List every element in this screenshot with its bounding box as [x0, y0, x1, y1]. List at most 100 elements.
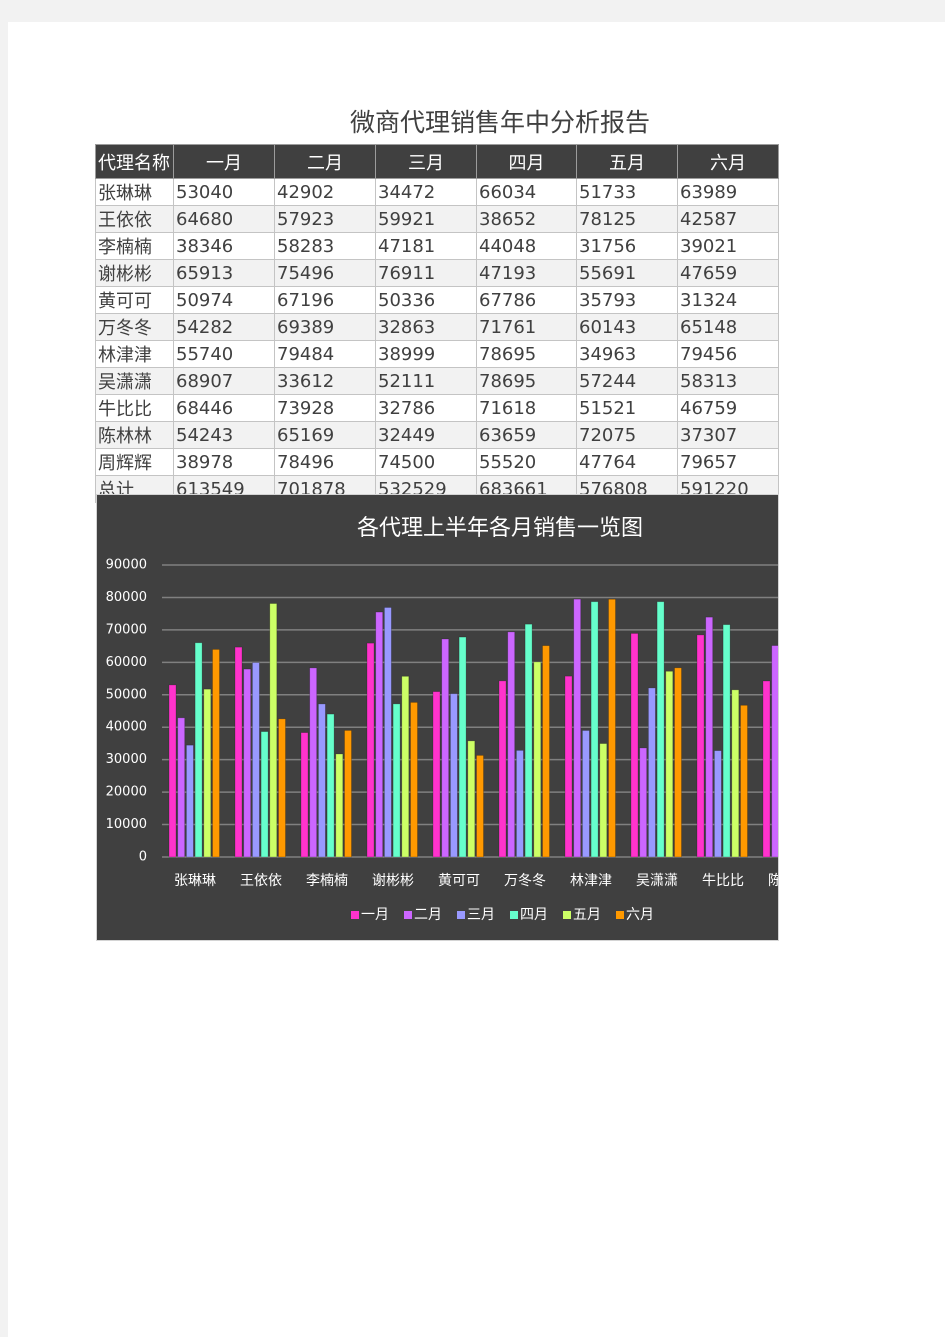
bar-二月-黄可可 — [441, 638, 450, 858]
bar-四月-林津津 — [590, 601, 599, 858]
chart-svg: 各代理上半年各月销售一览图 0 10000 20000 30000 40000 50000… — [106, 516, 778, 923]
bar-三月-吴潇潇 — [648, 687, 656, 858]
bar-五月-吴潇潇 — [665, 670, 674, 858]
y-tick-label: 50000 — [106, 687, 147, 702]
value-cell: 47659 — [677, 259, 779, 287]
report-title: 微商代理销售年中分析报告 — [349, 108, 650, 137]
legend-label: 五月 — [573, 907, 601, 923]
value-cell: 59921 — [375, 205, 477, 233]
value-cell: 47193 — [476, 259, 577, 287]
bar-六月-黄可可 — [476, 754, 484, 858]
value-cell: 71761 — [476, 313, 577, 341]
bar-四月-黄可可 — [458, 636, 467, 858]
bar-二月-王依依 — [243, 668, 252, 858]
bar-三月-张琳琳 — [186, 744, 194, 858]
value-cell: 67786 — [476, 286, 577, 314]
table-row: 陈林林 54243 65169 32449 63659 72075 37307 — [95, 421, 779, 449]
y-tick-label: 10000 — [106, 817, 147, 832]
bar-一月-张琳琳 — [168, 684, 177, 858]
bar-二月-万冬冬 — [507, 631, 516, 858]
bar-一月-谢彬彬 — [366, 642, 375, 858]
bar-五月-万冬冬 — [533, 661, 542, 858]
legend-item: 一月 — [351, 907, 389, 923]
value-cell: 50974 — [173, 286, 275, 314]
y-tick-label: 40000 — [106, 720, 147, 735]
sales-table: 代理名称 一月 二月 三月 四月 五月 六月 张琳琳 53040 42902 3… — [95, 144, 779, 503]
agent-name-cell: 王依依 — [95, 205, 174, 233]
legend-swatch — [563, 911, 571, 919]
value-cell: 68907 — [173, 367, 275, 395]
value-cell: 79456 — [677, 340, 779, 368]
x-tick-label: 李楠楠 — [306, 873, 348, 889]
x-tick-label: 王依依 — [240, 873, 282, 889]
bar-六月-张琳琳 — [212, 648, 220, 858]
value-cell: 46759 — [677, 394, 779, 422]
value-cell: 38978 — [173, 448, 275, 476]
value-cell: 47764 — [576, 448, 678, 476]
value-cell: 58313 — [677, 367, 779, 395]
bar-一月-万冬冬 — [498, 680, 507, 858]
table-header-row: 代理名称 一月 二月 三月 四月 五月 六月 — [95, 144, 779, 179]
header-month: 二月 — [274, 144, 376, 179]
table-row: 谢彬彬 65913 75496 76911 47193 55691 47659 — [95, 259, 779, 287]
legend-label: 四月 — [520, 907, 548, 923]
bar-三月-万冬冬 — [515, 749, 524, 858]
value-cell: 31324 — [677, 286, 779, 314]
agent-name-cell: 黄可可 — [95, 286, 174, 314]
value-cell: 34963 — [576, 340, 678, 368]
bar-二月-牛比比 — [705, 616, 714, 858]
bar-二月-张琳琳 — [177, 717, 186, 858]
x-tick-label: 黄可可 — [438, 872, 480, 889]
bar-三月-李楠楠 — [317, 703, 326, 858]
value-cell: 32863 — [375, 313, 477, 341]
legend-label: 一月 — [361, 907, 389, 923]
bar-六月-林津津 — [608, 598, 616, 858]
table-row: 黄可可 50974 67196 50336 67786 35793 31324 — [95, 286, 779, 314]
legend-item: 三月 — [457, 907, 495, 923]
x-tick-label: 谢彬彬 — [372, 873, 414, 889]
value-cell: 55520 — [476, 448, 577, 476]
value-cell: 60143 — [576, 313, 678, 341]
bar-二月-吴潇潇 — [639, 747, 648, 858]
value-cell: 78496 — [274, 448, 376, 476]
bar-五月-黄可可 — [467, 740, 476, 858]
value-cell: 72075 — [576, 421, 678, 449]
value-cell: 37307 — [677, 421, 779, 449]
value-cell: 57923 — [274, 205, 376, 233]
bar-四月-王依依 — [260, 731, 269, 858]
bar-四月-李楠楠 — [326, 713, 335, 858]
table-row: 牛比比 68446 73928 32786 71618 51521 46759 — [95, 394, 779, 422]
bar-五月-林津津 — [599, 743, 608, 858]
bar-一月-李楠楠 — [300, 732, 309, 858]
bar-五月-李楠楠 — [335, 753, 344, 858]
table-row: 张琳琳 53040 42902 34472 66034 51733 63989 — [95, 178, 779, 206]
value-cell: 57244 — [576, 367, 678, 395]
value-cell: 33612 — [274, 367, 376, 395]
bar-六月-李楠楠 — [344, 729, 352, 858]
bar-三月-王依依 — [251, 662, 260, 858]
legend-swatch — [404, 911, 412, 919]
table-row: 林津津 55740 79484 38999 78695 34963 79456 — [95, 340, 779, 368]
agent-name-cell: 林津津 — [95, 340, 174, 368]
table-row: 王依依 64680 57923 59921 38652 78125 42587 — [95, 205, 779, 233]
y-tick-label: 60000 — [106, 655, 147, 670]
x-tick-label: 林津津 — [570, 873, 612, 889]
value-cell: 64680 — [173, 205, 275, 233]
value-cell: 34472 — [375, 178, 477, 206]
legend-swatch — [457, 911, 465, 919]
bar-一月-黄可可 — [432, 691, 441, 858]
value-cell: 75496 — [274, 259, 376, 287]
y-tick-label: 0 — [139, 850, 147, 865]
y-tick-label: 80000 — [106, 590, 147, 605]
legend-item: 二月 — [404, 907, 442, 923]
bar-四月-张琳琳 — [194, 642, 203, 858]
legend-label: 六月 — [626, 907, 654, 923]
value-cell: 63659 — [476, 421, 577, 449]
agent-name-cell: 谢彬彬 — [95, 259, 174, 287]
bar-六月-牛比比 — [740, 704, 748, 858]
agent-name-cell: 周辉辉 — [95, 448, 174, 476]
value-cell: 68446 — [173, 394, 275, 422]
table-row: 李楠楠 38346 58283 47181 44048 31756 39021 — [95, 232, 779, 260]
bar-一月-王依依 — [234, 646, 243, 858]
x-tick-label: 吴潇潇 — [636, 873, 678, 889]
